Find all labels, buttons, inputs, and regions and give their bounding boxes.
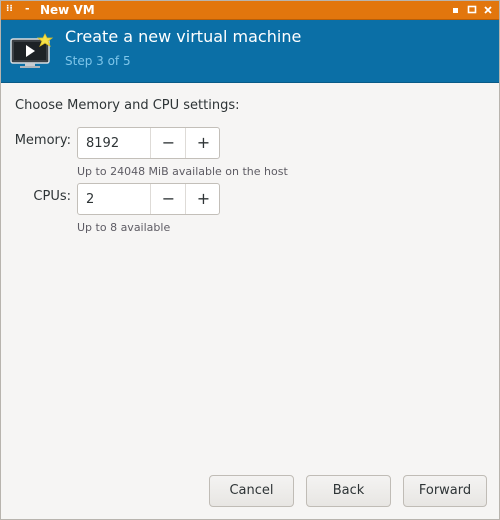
cpus-label: CPUs: bbox=[33, 189, 71, 204]
window-title: New VM bbox=[40, 3, 95, 17]
cpus-hint: Up to 8 available bbox=[77, 221, 171, 234]
cpus-spinbutton[interactable]: 2 − + bbox=[77, 183, 220, 215]
memory-increment-button[interactable]: + bbox=[185, 128, 221, 158]
minimize-button[interactable] bbox=[450, 3, 462, 16]
window-menu-icon[interactable]: ⁝⁝ bbox=[6, 4, 14, 15]
memory-input[interactable]: 8192 bbox=[86, 135, 119, 153]
wizard-banner: Create a new virtual machine Step 3 of 5 bbox=[1, 20, 499, 83]
cpus-increment-button[interactable]: + bbox=[185, 184, 221, 214]
memory-spinbutton[interactable]: 8192 − + bbox=[77, 127, 220, 159]
title-bar[interactable]: ⁝⁝ - New VM bbox=[1, 1, 499, 20]
new-vm-window: ⁝⁝ - New VM Create a new virtual machine… bbox=[0, 0, 500, 520]
shade-icon[interactable]: - bbox=[25, 3, 33, 15]
cpus-decrement-button[interactable]: − bbox=[150, 184, 186, 214]
wizard-title: Create a new virtual machine bbox=[65, 27, 302, 46]
memory-label: Memory: bbox=[14, 133, 71, 148]
back-button[interactable]: Back bbox=[306, 475, 391, 507]
cancel-button[interactable]: Cancel bbox=[209, 475, 294, 507]
virtual-machine-new-icon bbox=[10, 33, 54, 68]
cpus-input[interactable]: 2 bbox=[86, 191, 94, 209]
close-button[interactable] bbox=[482, 3, 494, 16]
maximize-button[interactable] bbox=[466, 3, 478, 16]
memory-decrement-button[interactable]: − bbox=[150, 128, 186, 158]
maximize-icon bbox=[467, 5, 477, 14]
minimize-icon bbox=[453, 8, 458, 13]
forward-button[interactable]: Forward bbox=[403, 475, 487, 507]
memory-hint: Up to 24048 MiB available on the host bbox=[77, 165, 288, 178]
wizard-step: Step 3 of 5 bbox=[65, 54, 131, 68]
settings-heading: Choose Memory and CPU settings: bbox=[15, 98, 240, 113]
close-icon bbox=[484, 6, 492, 14]
